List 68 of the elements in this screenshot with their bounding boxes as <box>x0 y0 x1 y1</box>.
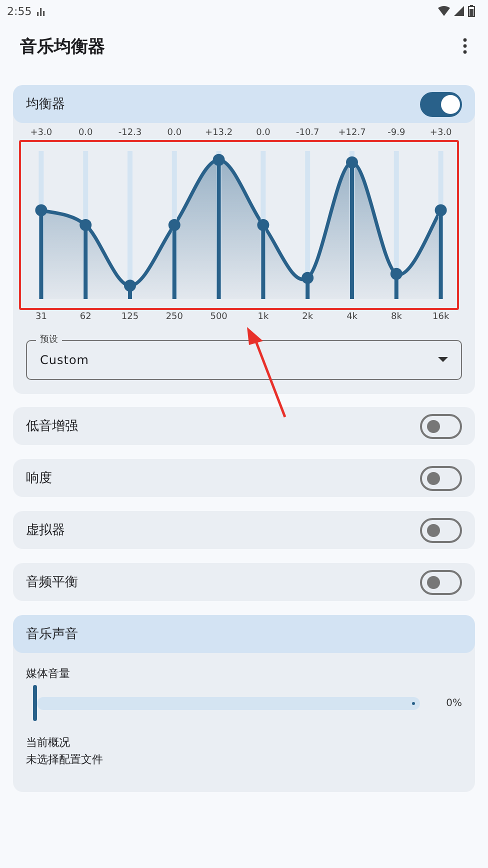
band-reading: -12.3 <box>117 128 143 140</box>
volume-label: 媒体音量 <box>26 666 71 682</box>
band-frequency: 250 <box>164 311 184 324</box>
band-frequency: 125 <box>120 311 140 324</box>
band-reading: +3.0 <box>428 128 453 140</box>
band-slider[interactable] <box>168 151 180 299</box>
band-reading: +3.0 <box>29 128 54 140</box>
setting-label: 低音增强 <box>26 418 78 435</box>
band-reading: -9.9 <box>386 128 406 140</box>
band-frequency: 4k <box>346 311 359 324</box>
volume-slider-track[interactable] <box>33 685 420 721</box>
setting-label: 虚拟器 <box>26 522 65 539</box>
toggle-switch[interactable] <box>420 414 462 438</box>
band-slider[interactable] <box>346 151 358 299</box>
band-reading: 0.0 <box>77 128 94 140</box>
volume-reading: 0% <box>446 698 462 708</box>
preset-dropdown[interactable]: 预设 Custom <box>26 334 462 380</box>
setting-label: 音频平衡 <box>26 574 78 591</box>
band-frequency: 31 <box>34 311 48 324</box>
setting-label: 响度 <box>26 470 52 487</box>
band-slider[interactable] <box>434 151 447 299</box>
toggle-switch[interactable] <box>420 518 462 542</box>
band-slider-thumb[interactable] <box>434 204 447 216</box>
band-slider-thumb[interactable] <box>212 154 225 166</box>
dropdown-caret-icon <box>438 357 448 362</box>
band-slider-thumb[interactable] <box>346 156 358 168</box>
band-slider[interactable] <box>124 151 136 299</box>
band-slider-thumb[interactable] <box>168 219 180 231</box>
band-reading: +13.2 <box>204 128 234 140</box>
band-reading: +12.7 <box>337 128 367 140</box>
band-slider-thumb[interactable] <box>35 204 48 216</box>
toggle-switch[interactable] <box>420 466 462 490</box>
toggle-switch[interactable] <box>420 92 462 116</box>
band-frequency: 16k <box>432 311 450 324</box>
app-title: 音乐均衡器 <box>20 36 105 58</box>
band-slider-thumb[interactable] <box>257 219 270 231</box>
band-slider[interactable] <box>257 151 270 299</box>
battery-icon <box>468 5 475 17</box>
band-frequency: 8k <box>390 311 403 324</box>
music-sound-title: 音乐声音 <box>26 626 78 643</box>
band-reading: 0.0 <box>166 128 183 140</box>
profile-value: 未选择配置文件 <box>26 752 104 768</box>
band-reading: -10.7 <box>294 128 320 140</box>
toggle-switch[interactable] <box>420 570 462 594</box>
equalizer-title: 均衡器 <box>26 96 65 113</box>
preset-value: Custom <box>40 352 89 366</box>
band-slider-thumb[interactable] <box>302 272 314 284</box>
band-slider[interactable] <box>212 151 225 299</box>
signal-bars-icon <box>36 6 46 16</box>
band-reading: 0.0 <box>255 128 272 140</box>
wifi-icon <box>438 6 450 16</box>
cell-signal-icon <box>454 6 464 16</box>
preset-label: 预设 <box>39 334 59 346</box>
profile-label: 当前概况 <box>26 735 71 751</box>
more-options-icon[interactable] <box>462 38 468 54</box>
band-frequency: 62 <box>78 311 92 324</box>
band-slider[interactable] <box>35 151 48 299</box>
status-time: 2:55 <box>7 4 32 18</box>
band-slider[interactable] <box>390 151 402 299</box>
band-frequency: 1k <box>256 311 270 324</box>
band-frequency: 2k <box>301 311 314 324</box>
volume-slider-thumb[interactable] <box>33 685 37 721</box>
band-slider-thumb[interactable] <box>390 268 402 280</box>
band-slider[interactable] <box>302 151 314 299</box>
band-slider-thumb[interactable] <box>80 219 92 231</box>
band-slider-thumb[interactable] <box>124 280 136 292</box>
band-frequency: 500 <box>209 311 228 324</box>
band-slider[interactable] <box>80 151 92 299</box>
